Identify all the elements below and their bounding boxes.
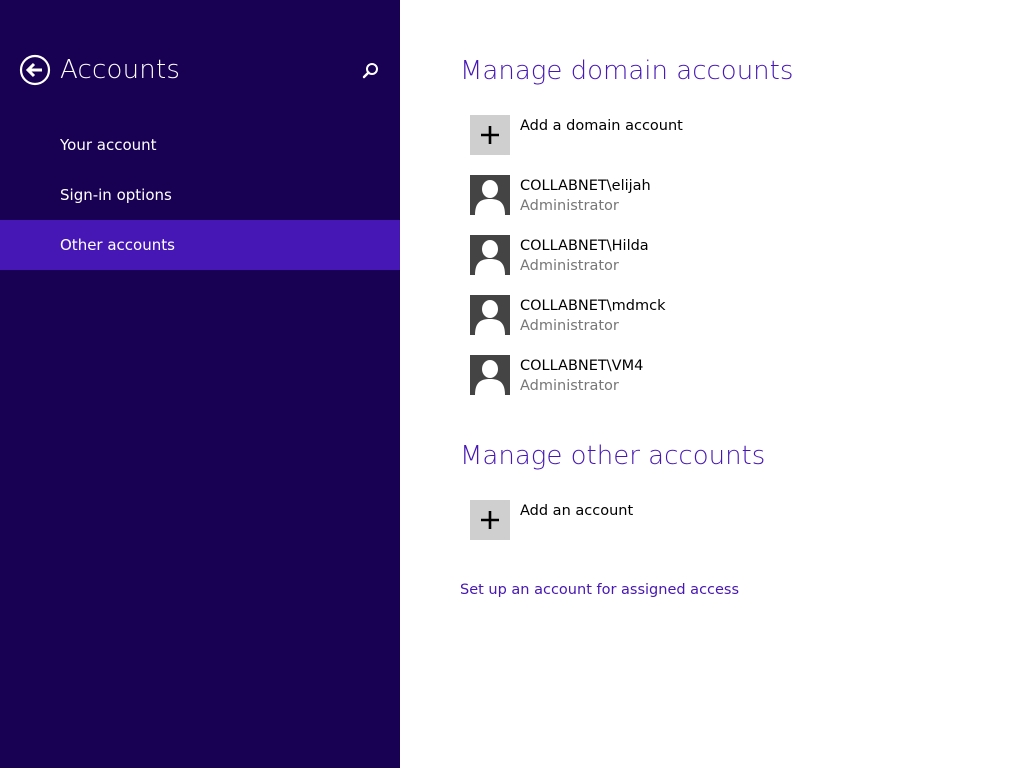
account-role: Administrator	[520, 378, 619, 394]
account-role: Administrator	[520, 198, 619, 214]
account-item[interactable]: COLLABNET\VM4 Administrator	[520, 356, 643, 396]
sidebar-header: Accounts	[0, 44, 400, 96]
account-item[interactable]: COLLABNET\mdmck Administrator	[520, 296, 665, 336]
account-item[interactable]: COLLABNET\elijah Administrator	[520, 176, 651, 216]
user-avatar-icon	[470, 175, 510, 215]
account-name: COLLABNET\mdmck	[520, 298, 666, 314]
add-domain-account-label-wrap[interactable]: Add a domain account	[520, 116, 683, 136]
domain-section-title: Manage domain accounts	[460, 56, 794, 86]
other-section-title: Manage other accounts	[460, 441, 766, 471]
account-role: Administrator	[520, 258, 619, 274]
back-arrow-icon[interactable]	[19, 54, 51, 86]
add-account-label-wrap[interactable]: Add an account	[520, 501, 633, 521]
user-avatar-icon	[470, 295, 510, 335]
search-icon[interactable]	[361, 61, 381, 81]
add-domain-account-button[interactable]	[470, 115, 510, 155]
main-content: Manage domain accounts Add a domain acco…	[400, 0, 1024, 768]
add-domain-account-label[interactable]: Add a domain account	[520, 116, 683, 136]
sidebar: Accounts Your account Sign-in options Ot…	[0, 0, 400, 768]
account-name: COLLABNET\Hilda	[520, 238, 649, 254]
user-avatar-icon	[470, 235, 510, 275]
add-account-button[interactable]	[470, 500, 510, 540]
account-name: COLLABNET\VM4	[520, 358, 644, 374]
sidebar-item-sign-in-options[interactable]: Sign-in options	[0, 170, 400, 220]
page-title: Accounts	[60, 55, 181, 85]
settings-window: Accounts Your account Sign-in options Ot…	[0, 0, 1024, 768]
sidebar-nav: Your account Sign-in options Other accou…	[0, 120, 400, 270]
plus-icon	[481, 511, 499, 529]
account-role: Administrator	[520, 318, 619, 334]
assigned-access-link[interactable]: Set up an account for assigned access	[460, 580, 739, 600]
add-account-label[interactable]: Add an account	[520, 501, 633, 521]
sidebar-item-your-account[interactable]: Your account	[0, 120, 400, 170]
account-item[interactable]: COLLABNET\Hilda Administrator	[520, 236, 649, 276]
sidebar-item-other-accounts[interactable]: Other accounts	[0, 220, 400, 270]
user-avatar-icon	[470, 355, 510, 395]
account-name: COLLABNET\elijah	[520, 178, 651, 194]
plus-icon	[481, 126, 499, 144]
